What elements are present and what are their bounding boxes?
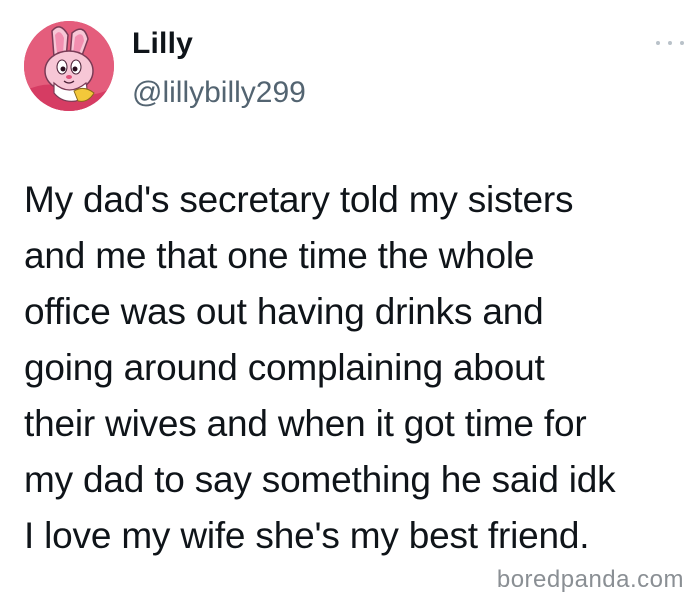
tweet-text-line: and me that one time the whole [24,235,535,276]
tweet-card: Lilly @lillybilly299 My dad's secretary … [0,0,700,604]
tweet-text-line: my dad to say something he said idk [24,459,616,500]
tweet-text-line: office was out having drinks and [24,291,544,332]
author-display-name[interactable]: Lilly [132,27,193,61]
tweet-text-line: going around complaining about [24,347,545,388]
tweet-text: My dad's secretary told my sisters and m… [24,172,684,564]
bunny-avatar-icon [24,21,114,111]
author-handle[interactable]: @lillybilly299 [132,76,306,110]
tweet-text-line: My dad's secretary told my sisters [24,179,574,220]
watermark: boredpanda.com [496,566,684,593]
dot [680,41,684,45]
dot [656,41,660,45]
tweet-text-line: I love my wife she's my best friend. [24,515,590,556]
avatar[interactable] [24,21,114,111]
tweet-text-line: their wives and when it got time for [24,403,587,444]
more-options-icon[interactable] [656,38,684,48]
dot [668,41,672,45]
